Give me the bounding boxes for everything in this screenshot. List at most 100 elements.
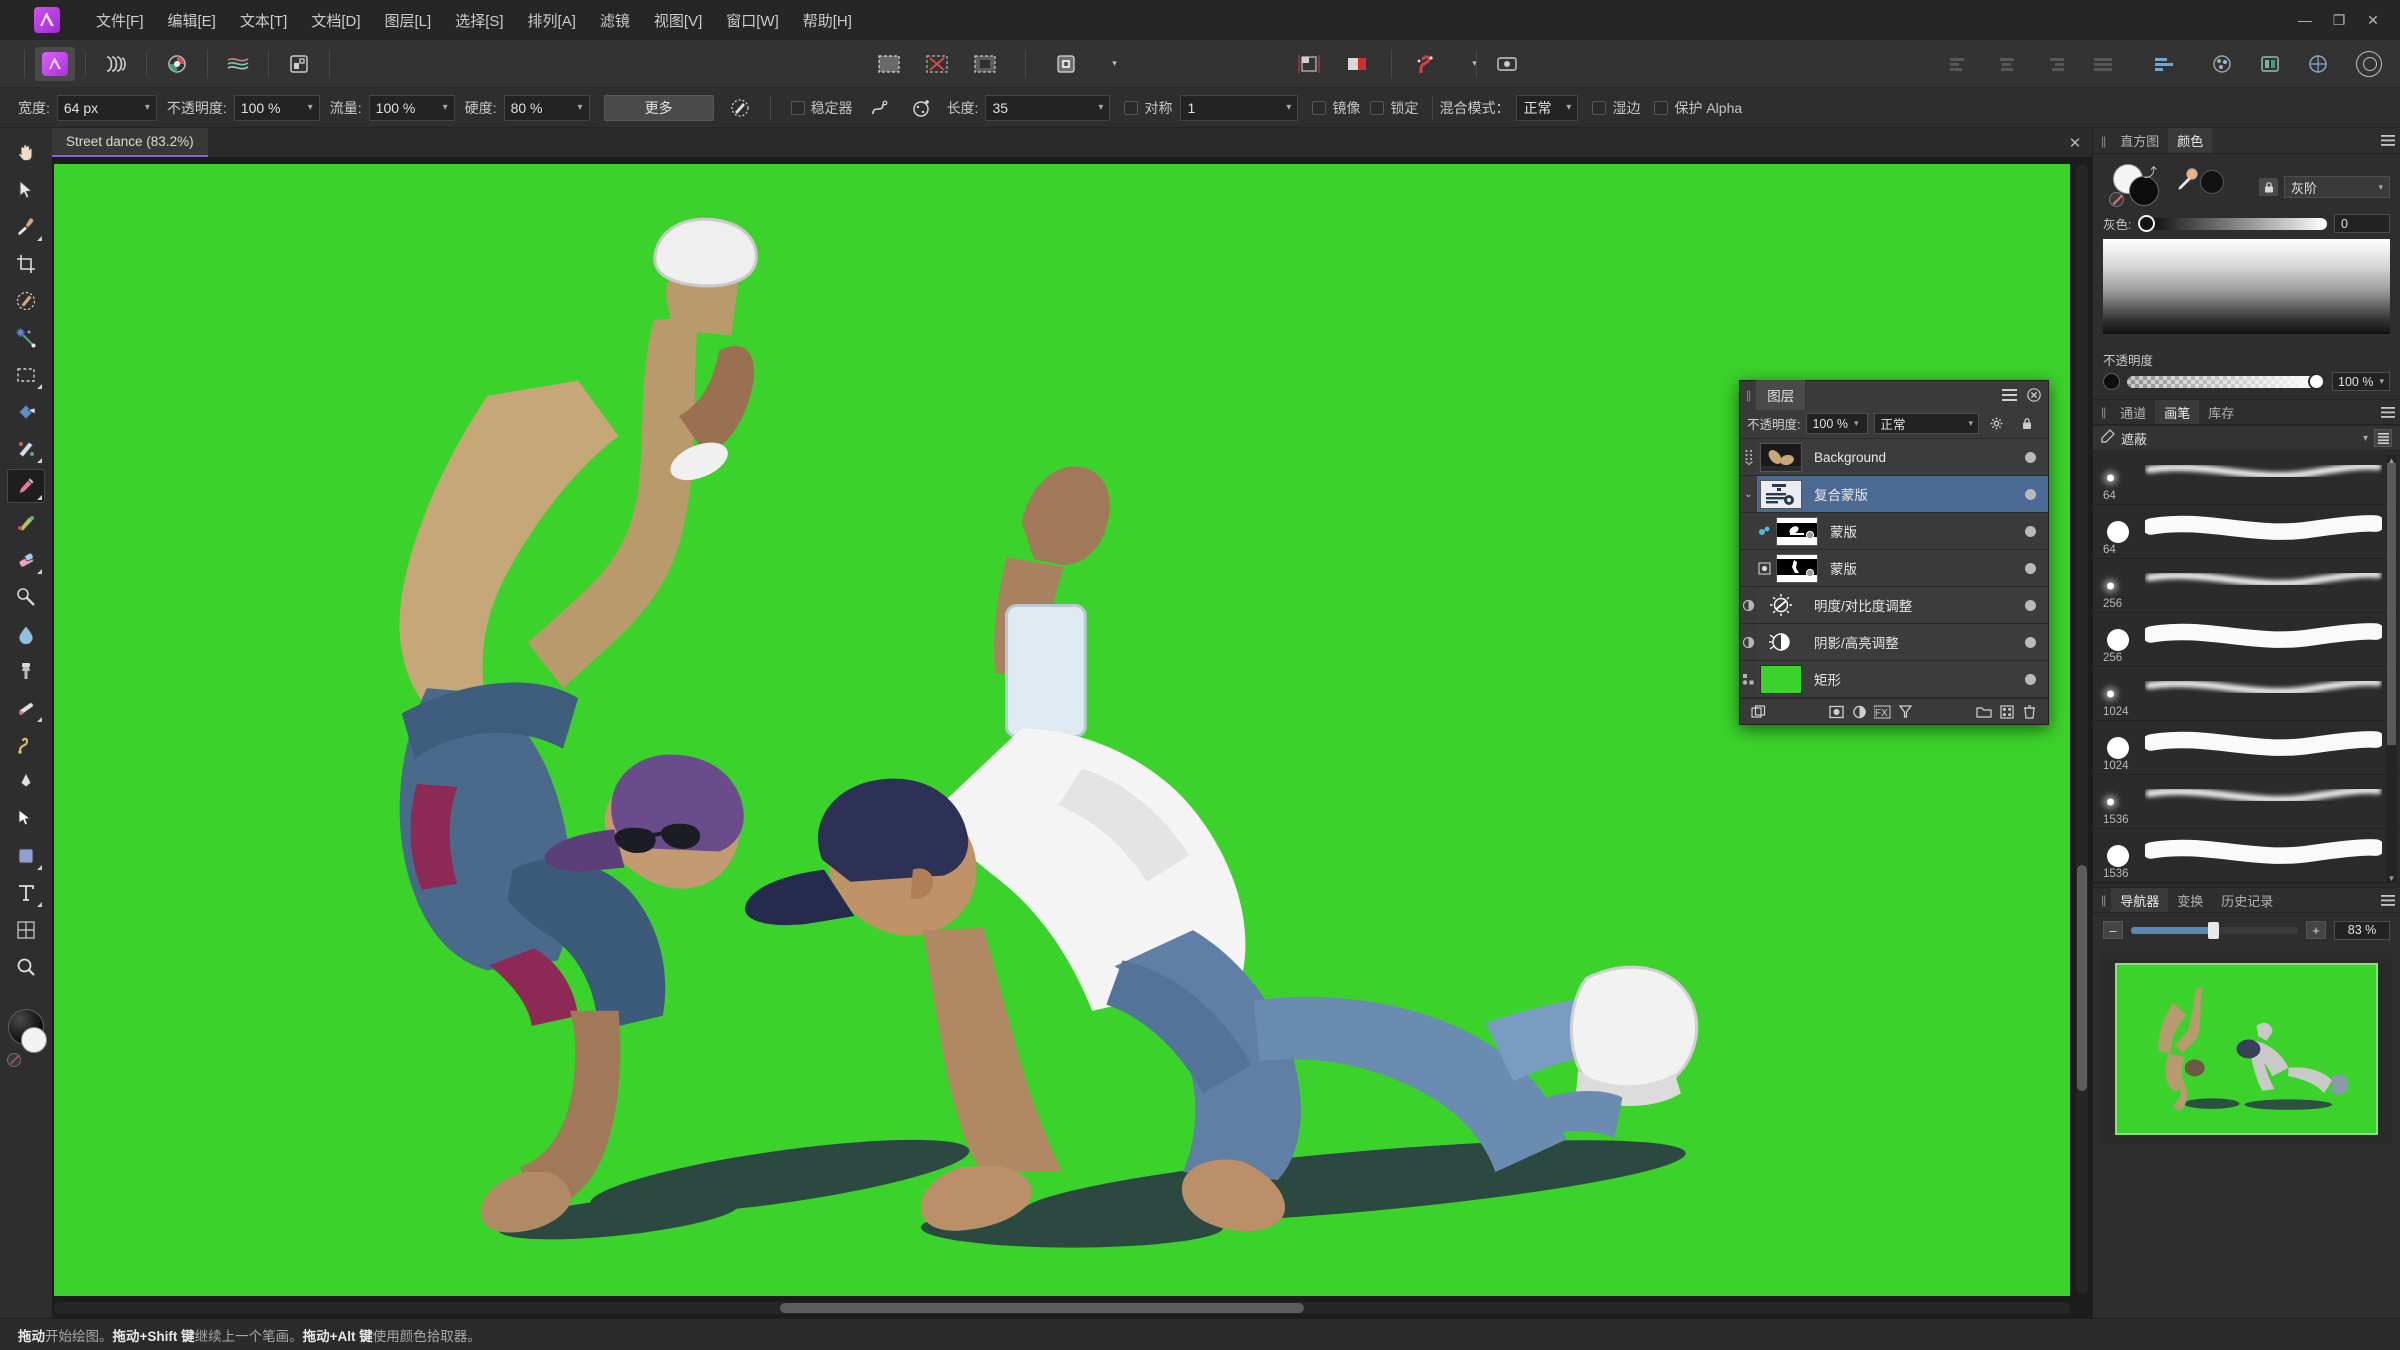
colour-lock-icon[interactable]: [2259, 178, 2278, 196]
canvas-vertical-scrollbar[interactable]: [2076, 164, 2088, 1294]
minimize-icon[interactable]: —: [2288, 0, 2322, 40]
menu-arrange[interactable]: 排列[A]: [516, 4, 588, 37]
tab-brushes[interactable]: 画笔: [2155, 400, 2199, 424]
layer-selection-dot[interactable]: [2025, 674, 2036, 685]
layers-tab[interactable]: 图层: [1756, 380, 1805, 410]
flow-field[interactable]: 100 % ▾: [369, 95, 455, 121]
slider-knob[interactable]: [2138, 215, 2155, 232]
layer-selection-dot[interactable]: [2025, 563, 2036, 574]
pen-tool[interactable]: [7, 765, 45, 799]
dodge-burn-tool[interactable]: [7, 580, 45, 614]
symmetry-checkbox[interactable]: 对称: [1124, 98, 1172, 118]
toggle-ui-icon[interactable]: [1487, 47, 1527, 81]
duplicate-icon[interactable]: [1747, 702, 1770, 722]
healing-brush-tool[interactable]: [7, 691, 45, 725]
layer-row-shadows-highlights[interactable]: 阴影/高亮调整: [1740, 624, 2048, 661]
canvas-horizontal-scrollbar[interactable]: [54, 1302, 2070, 1314]
scrollbar-thumb[interactable]: [780, 1303, 1304, 1313]
layer-row-mask-2[interactable]: 蒙版: [1740, 550, 2048, 587]
stabilizer-checkbox[interactable]: 稳定器: [791, 98, 853, 118]
document-tab[interactable]: Street dance (83.2%): [52, 128, 208, 157]
wet-edges-checkbox[interactable]: 湿边: [1592, 98, 1640, 118]
width-field[interactable]: 64 px ▾: [57, 95, 157, 121]
paint-brush-tool[interactable]: [7, 469, 45, 503]
snapping-icon[interactable]: [1289, 47, 1329, 81]
flood-select-tool[interactable]: [7, 321, 45, 355]
close-icon[interactable]: ✕: [2356, 0, 2390, 40]
color-swatches[interactable]: [4, 1009, 48, 1079]
assistant-icon[interactable]: [1337, 47, 1377, 81]
scroll-down-icon[interactable]: ▼: [2386, 873, 2397, 883]
swap-colours-icon[interactable]: ⤴: [2144, 162, 2157, 181]
layer-visibility-gutter[interactable]: [1740, 439, 1757, 475]
brush-list-scrollbar[interactable]: [2386, 455, 2397, 883]
tab-history[interactable]: 历史记录: [2212, 888, 2282, 912]
layer-row-mask-1[interactable]: 蒙版: [1740, 513, 2048, 550]
colour-opacity-slider[interactable]: [2127, 376, 2325, 388]
align-right-icon[interactable]: [2035, 47, 2075, 81]
layer-row-background[interactable]: Background: [1740, 439, 2048, 476]
brush-item[interactable]: 1024: [2093, 721, 2400, 775]
gray-value-field[interactable]: 0: [2334, 214, 2390, 233]
chevron-down-icon[interactable]: ⌄: [1742, 489, 1756, 500]
canvas-stage[interactable]: || 图层 不透明度: 100 %: [52, 158, 2092, 1318]
background-swatch[interactable]: [21, 1027, 47, 1053]
lock-checkbox[interactable]: 锁定: [1370, 98, 1418, 118]
layer-adjust-gutter[interactable]: [1740, 587, 1757, 623]
mesh-warp-tool[interactable]: [7, 913, 45, 947]
tab-channels[interactable]: 通道: [2111, 400, 2155, 424]
rope-stabilizer-icon[interactable]: [863, 94, 895, 122]
gradient-tool[interactable]: [7, 432, 45, 466]
tone-mapping-persona-icon[interactable]: [218, 47, 258, 81]
deselect-icon[interactable]: [917, 47, 957, 81]
liquify-persona-icon[interactable]: [96, 47, 136, 81]
canvas-artboard[interactable]: [54, 164, 2070, 1296]
hardness-field[interactable]: 80 % ▾: [504, 95, 590, 121]
tab-histogram[interactable]: 直方图: [2111, 128, 2168, 153]
tab-navigator[interactable]: 导航器: [2111, 888, 2168, 912]
layer-selection-dot[interactable]: [2025, 637, 2036, 648]
account-avatar[interactable]: [2356, 51, 2382, 77]
chevron-down-icon[interactable]: ▾: [2363, 433, 2368, 444]
no-colour-swatch[interactable]: [2109, 192, 2124, 207]
layer-selection-dot[interactable]: [2025, 452, 2036, 463]
layer-selection-dot[interactable]: [2025, 489, 2036, 500]
menu-document[interactable]: 文档[D]: [299, 4, 372, 37]
navigator-viewport-rect[interactable]: [2115, 963, 2378, 1135]
slider-knob[interactable]: [2208, 922, 2219, 939]
menu-window[interactable]: 窗口[W]: [714, 4, 791, 37]
colour-picker-icon[interactable]: [2177, 168, 2199, 199]
swatches-panel-icon[interactable]: [2250, 47, 2290, 81]
window-stabilizer-icon[interactable]: [905, 94, 937, 122]
navigator-preview[interactable]: [2101, 953, 2392, 1145]
layer-blend-mode-field[interactable]: 正常 ▾: [1874, 413, 1979, 434]
panel-menu-icon[interactable]: [2376, 400, 2400, 424]
menu-layer[interactable]: 图层[L]: [373, 4, 444, 37]
brush-list[interactable]: 64 64 256: [2093, 451, 2400, 887]
menu-view[interactable]: 视图[V]: [642, 4, 714, 37]
marquee-tool[interactable]: [7, 358, 45, 392]
length-field[interactable]: 35 ▾: [985, 95, 1110, 121]
panel-close-icon[interactable]: [2023, 384, 2045, 406]
mirror-checkbox[interactable]: 镜像: [1312, 98, 1360, 118]
tab-stock[interactable]: 库存: [2199, 400, 2243, 424]
current-colour-preview[interactable]: [2200, 170, 2224, 194]
live-filter-icon[interactable]: [1894, 702, 1917, 722]
layer-adjust-gutter[interactable]: [1740, 624, 1757, 660]
brush-dynamics-icon[interactable]: [724, 94, 756, 122]
text-tool[interactable]: [7, 876, 45, 910]
panel-menu-icon[interactable]: [2376, 888, 2400, 912]
symmetry-count-field[interactable]: 1 ▾: [1180, 95, 1298, 121]
colour-mode-field[interactable]: 灰阶 ▾: [2284, 176, 2390, 198]
zoom-tool[interactable]: [7, 950, 45, 984]
maximize-icon[interactable]: ❐: [2322, 0, 2356, 40]
zoom-slider[interactable]: [2131, 927, 2298, 934]
selection-brush-tool[interactable]: [7, 284, 45, 318]
zoom-value-field[interactable]: 83 %: [2334, 921, 2390, 940]
inpainting-tool[interactable]: [7, 728, 45, 762]
brush-item[interactable]: 1536: [2093, 775, 2400, 829]
brush-item[interactable]: 256: [2093, 613, 2400, 667]
menu-edit[interactable]: 编辑[E]: [156, 4, 228, 37]
effects-icon[interactable]: FX: [1871, 702, 1894, 722]
group-icon[interactable]: [1972, 702, 1995, 722]
